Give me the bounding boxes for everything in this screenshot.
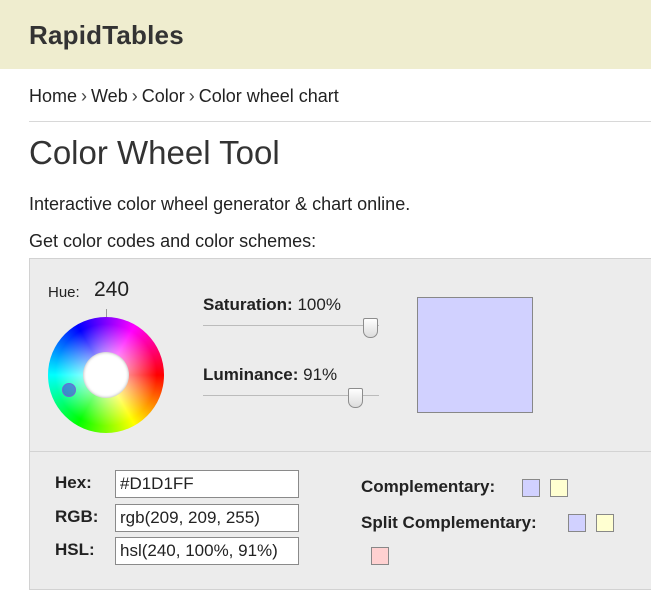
rgb-label: RGB: [55,507,99,526]
hue-pointer-line [106,309,107,317]
breadcrumb-divider [29,121,651,122]
site-header: RapidTables [0,0,651,69]
saturation-value: 100% [297,295,341,314]
page-description: Interactive color wheel generator & char… [29,194,411,214]
split-complementary-swatch[interactable] [371,547,389,565]
hsl-label: HSL: [55,540,95,559]
rgb-input[interactable] [115,504,299,532]
color-wheel-tool: Hue: 240 Saturation: 100% Luminance: 91%… [29,258,651,590]
saturation-slider-handle[interactable] [363,318,378,338]
split-complementary-swatch[interactable] [596,514,614,532]
breadcrumb-separator: › [188,86,195,106]
hex-input[interactable] [115,470,299,498]
breadcrumb-color[interactable]: Color [142,86,185,106]
site-logo[interactable]: RapidTables [29,20,184,51]
color-wheel-center [83,352,129,398]
saturation-label-row: Saturation: 100% [203,295,341,315]
hex-label: Hex: [55,473,92,492]
saturation-label: Saturation: [203,295,293,314]
tool-section-divider [30,451,651,452]
hue-label: Hue: [48,284,80,301]
hsl-input[interactable] [115,537,299,565]
luminance-value: 91% [303,365,338,384]
breadcrumb: Home › Web › Color › Color wheel chart [29,86,339,107]
color-wheel[interactable] [48,317,164,433]
split-complementary-swatch[interactable] [568,514,586,532]
breadcrumb-home[interactable]: Home [29,86,77,106]
split-complementary-label: Split Complementary: [361,513,537,532]
color-preview-swatch [417,297,533,413]
complementary-swatch[interactable] [522,479,540,497]
complementary-swatch[interactable] [550,479,568,497]
page-title: Color Wheel Tool [29,134,280,171]
luminance-label: Luminance: [203,365,299,384]
breadcrumb-separator: › [131,86,138,106]
luminance-slider-handle[interactable] [348,388,363,408]
breadcrumb-web[interactable]: Web [91,86,128,106]
hue-value: 240 [94,278,130,301]
complementary-label: Complementary: [361,477,496,496]
luminance-label-row: Luminance: 91% [203,365,337,385]
page-subdescription: Get color codes and color schemes: [29,231,317,251]
saturation-slider[interactable] [203,325,379,326]
breadcrumb-color-wheel-chart[interactable]: Color wheel chart [199,86,339,106]
breadcrumb-separator: › [81,86,88,106]
hue-handle[interactable] [62,383,76,397]
